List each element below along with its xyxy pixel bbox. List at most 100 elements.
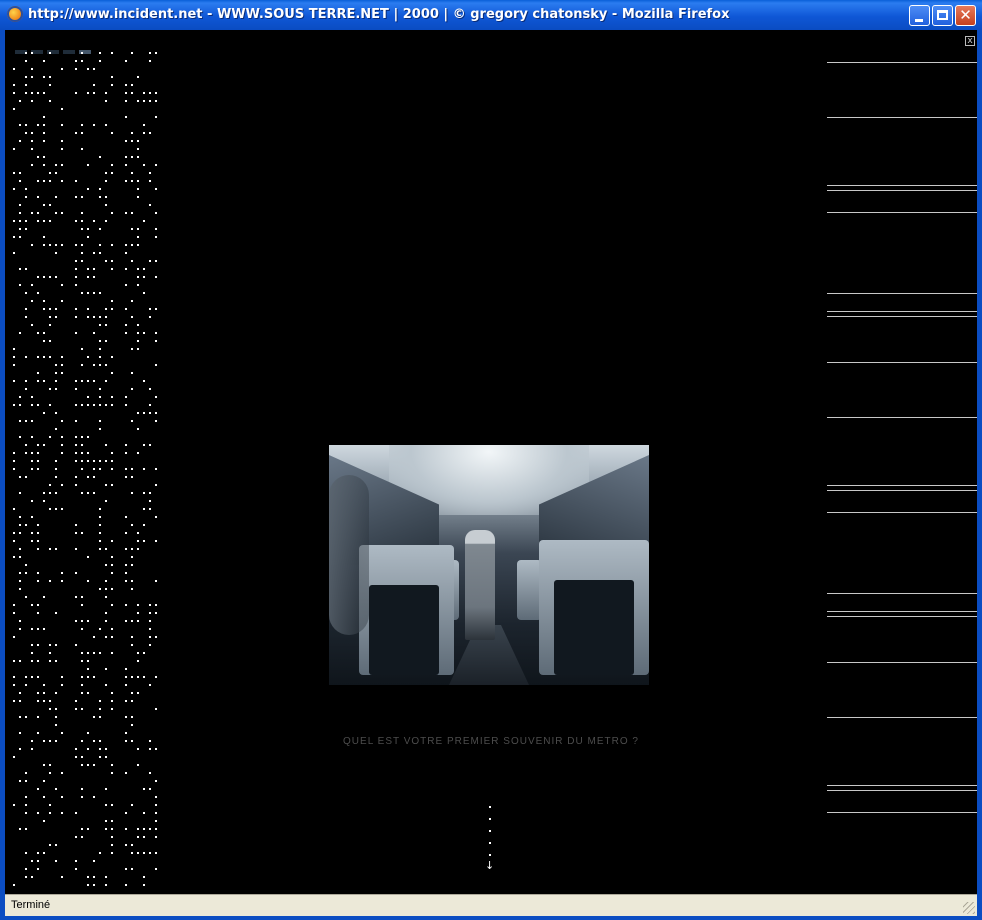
- pattern-dot: [61, 876, 63, 878]
- pattern-dot: [49, 700, 51, 702]
- resize-grip-icon[interactable]: [963, 902, 975, 914]
- pattern-line: [827, 293, 977, 294]
- pattern-dot: [49, 844, 51, 846]
- pattern-dot: [13, 172, 15, 174]
- pattern-dot: [105, 588, 107, 590]
- pattern-dot: [143, 332, 145, 334]
- question-link[interactable]: QUEL EST VOTRE PREMIER SOUVENIR DU METRO…: [5, 736, 977, 747]
- pattern-dot: [149, 52, 151, 54]
- pattern-dot: [131, 388, 133, 390]
- pattern-dot: [143, 876, 145, 878]
- pattern-dot: [81, 260, 83, 262]
- pattern-dot: [125, 404, 127, 406]
- pattern-dot: [93, 876, 95, 878]
- pattern-dot: [49, 764, 51, 766]
- pattern-dot: [25, 60, 27, 62]
- pattern-dot: [93, 860, 95, 862]
- pattern-line: [827, 593, 977, 594]
- pattern-dot: [125, 868, 127, 870]
- pattern-dot: [31, 300, 33, 302]
- pattern-dot: [131, 580, 133, 582]
- pattern-dot: [81, 708, 83, 710]
- pattern-dot: [131, 644, 133, 646]
- pattern-dot: [87, 228, 89, 230]
- pattern-dot: [37, 452, 39, 454]
- pattern-dot: [93, 316, 95, 318]
- pattern-dot: [87, 660, 89, 662]
- pattern-dot: [19, 516, 21, 518]
- pattern-dot: [155, 820, 157, 822]
- pattern-dot: [43, 596, 45, 598]
- pattern-dot: [49, 804, 51, 806]
- pattern-dot: [49, 484, 51, 486]
- maximize-button[interactable]: [932, 5, 953, 26]
- window-title-bar[interactable]: http://www.incident.net - WWW.SOUS TERRE…: [0, 0, 982, 30]
- down-arrow-icon[interactable]: ↓: [485, 860, 494, 871]
- pattern-dot: [155, 796, 157, 798]
- close-window-button[interactable]: ✕: [955, 5, 976, 26]
- pattern-dot: [75, 524, 77, 526]
- window-frame-bottom[interactable]: [0, 916, 982, 920]
- pattern-dot: [25, 76, 27, 78]
- pattern-dot: [55, 372, 57, 374]
- pattern-dot: [13, 68, 15, 70]
- pattern-line: [827, 117, 977, 118]
- pattern-dot: [13, 148, 15, 150]
- pattern-dot: [149, 180, 151, 182]
- pattern-dot: [105, 500, 107, 502]
- pattern-dot: [81, 596, 83, 598]
- pattern-dot: [49, 172, 51, 174]
- pattern-dot: [99, 52, 101, 54]
- pattern-dot: [31, 244, 33, 246]
- pattern-dot: [31, 436, 33, 438]
- pattern-dot: [25, 828, 27, 830]
- window-frame-right[interactable]: [977, 30, 982, 920]
- pattern-dot: [149, 684, 151, 686]
- pattern-dot: [49, 508, 51, 510]
- pattern-dot: [87, 476, 89, 478]
- pattern-dot: [137, 196, 139, 198]
- window-title: http://www.incident.net - WWW.SOUS TERRE…: [28, 7, 730, 22]
- pattern-dot: [149, 388, 151, 390]
- minimize-button[interactable]: [909, 5, 930, 26]
- pattern-dot: [31, 132, 33, 134]
- pattern-dot: [43, 380, 45, 382]
- pattern-line: [827, 417, 977, 418]
- pattern-dot: [93, 404, 95, 406]
- pattern-dot: [81, 228, 83, 230]
- pattern-dot: [155, 228, 157, 230]
- pattern-dot: [55, 308, 57, 310]
- pattern-dot: [149, 260, 151, 262]
- pattern-dot: [149, 636, 151, 638]
- pattern-dot: [105, 460, 107, 462]
- pattern-dot: [61, 684, 63, 686]
- pattern-dot: [125, 180, 127, 182]
- pattern-dot: [25, 220, 27, 222]
- pattern-dot: [149, 412, 151, 414]
- pattern-dot: [137, 676, 139, 678]
- pattern-dot: [75, 260, 77, 262]
- pattern-dot: [99, 188, 101, 190]
- pattern-dot: [37, 812, 39, 814]
- pattern-dot: [125, 444, 127, 446]
- pattern-dot: [137, 140, 139, 142]
- page-close-button[interactable]: x: [965, 36, 975, 46]
- pattern-dot: [81, 532, 83, 534]
- pattern-dot: [81, 404, 83, 406]
- pattern-dot: [155, 412, 157, 414]
- pattern-dot: [19, 220, 21, 222]
- pattern-dot: [13, 468, 15, 470]
- pattern-dot: [43, 164, 45, 166]
- pattern-dot: [99, 540, 101, 542]
- pattern-dot: [137, 692, 139, 694]
- pattern-dot: [81, 468, 83, 470]
- pattern-dot: [31, 748, 33, 750]
- pattern-dot: [99, 420, 101, 422]
- pattern-dot: [99, 652, 101, 654]
- pattern-dot: [25, 476, 27, 478]
- pattern-dot: [87, 68, 89, 70]
- photo-blurred-figure: [329, 475, 369, 635]
- pattern-dot: [105, 260, 107, 262]
- pattern-dot: [137, 324, 139, 326]
- pattern-dot: [75, 220, 77, 222]
